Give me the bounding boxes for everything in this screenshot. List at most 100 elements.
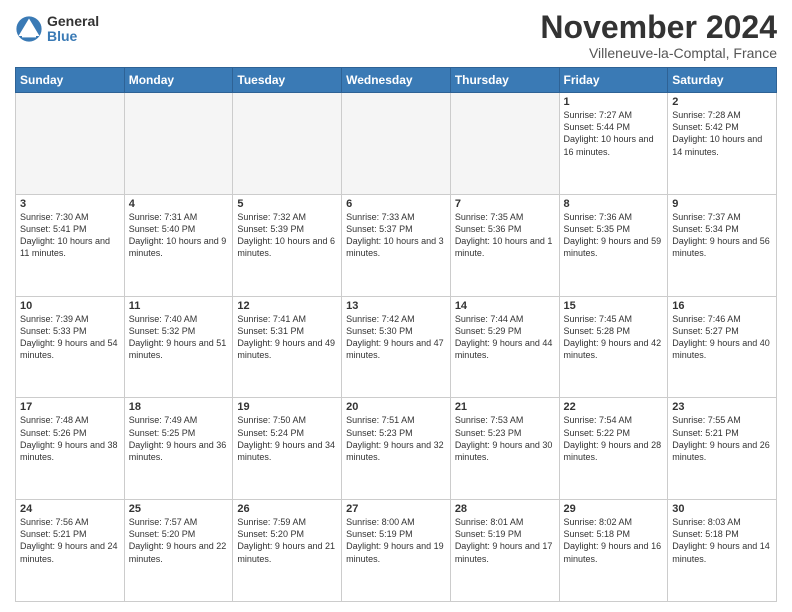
day-number: 16	[672, 300, 772, 312]
col-monday: Monday	[124, 68, 233, 93]
calendar-cell: 15Sunrise: 7:45 AM Sunset: 5:28 PM Dayli…	[559, 296, 668, 398]
day-number: 12	[237, 300, 337, 312]
day-number: 23	[672, 401, 772, 413]
day-number: 3	[20, 198, 120, 210]
calendar-cell: 21Sunrise: 7:53 AM Sunset: 5:23 PM Dayli…	[450, 398, 559, 500]
day-info: Sunrise: 7:42 AM Sunset: 5:30 PM Dayligh…	[346, 313, 446, 362]
logo-blue: Blue	[47, 29, 99, 44]
page: General Blue November 2024 Villeneuve-la…	[0, 0, 792, 612]
day-number: 28	[455, 503, 555, 515]
calendar-cell: 4Sunrise: 7:31 AM Sunset: 5:40 PM Daylig…	[124, 194, 233, 296]
day-number: 10	[20, 300, 120, 312]
day-number: 19	[237, 401, 337, 413]
calendar-cell: 19Sunrise: 7:50 AM Sunset: 5:24 PM Dayli…	[233, 398, 342, 500]
calendar-header-row: Sunday Monday Tuesday Wednesday Thursday…	[16, 68, 777, 93]
day-number: 30	[672, 503, 772, 515]
day-info: Sunrise: 7:49 AM Sunset: 5:25 PM Dayligh…	[129, 414, 229, 463]
day-info: Sunrise: 7:32 AM Sunset: 5:39 PM Dayligh…	[237, 211, 337, 260]
calendar-cell: 20Sunrise: 7:51 AM Sunset: 5:23 PM Dayli…	[342, 398, 451, 500]
day-info: Sunrise: 7:51 AM Sunset: 5:23 PM Dayligh…	[346, 414, 446, 463]
calendar-cell: 1Sunrise: 7:27 AM Sunset: 5:44 PM Daylig…	[559, 93, 668, 195]
day-number: 13	[346, 300, 446, 312]
day-info: Sunrise: 8:00 AM Sunset: 5:19 PM Dayligh…	[346, 516, 446, 565]
day-info: Sunrise: 7:36 AM Sunset: 5:35 PM Dayligh…	[564, 211, 664, 260]
day-info: Sunrise: 7:45 AM Sunset: 5:28 PM Dayligh…	[564, 313, 664, 362]
calendar-cell: 29Sunrise: 8:02 AM Sunset: 5:18 PM Dayli…	[559, 500, 668, 602]
calendar-cell: 8Sunrise: 7:36 AM Sunset: 5:35 PM Daylig…	[559, 194, 668, 296]
calendar-cell: 2Sunrise: 7:28 AM Sunset: 5:42 PM Daylig…	[668, 93, 777, 195]
day-info: Sunrise: 7:59 AM Sunset: 5:20 PM Dayligh…	[237, 516, 337, 565]
day-info: Sunrise: 8:03 AM Sunset: 5:18 PM Dayligh…	[672, 516, 772, 565]
calendar-week-2: 10Sunrise: 7:39 AM Sunset: 5:33 PM Dayli…	[16, 296, 777, 398]
col-wednesday: Wednesday	[342, 68, 451, 93]
col-thursday: Thursday	[450, 68, 559, 93]
logo-icon	[15, 15, 43, 43]
day-info: Sunrise: 7:40 AM Sunset: 5:32 PM Dayligh…	[129, 313, 229, 362]
logo-text: General Blue	[47, 14, 99, 45]
day-info: Sunrise: 7:44 AM Sunset: 5:29 PM Dayligh…	[455, 313, 555, 362]
day-number: 8	[564, 198, 664, 210]
calendar-cell	[233, 93, 342, 195]
day-number: 24	[20, 503, 120, 515]
title-block: November 2024 Villeneuve-la-Comptal, Fra…	[540, 10, 777, 61]
day-info: Sunrise: 7:55 AM Sunset: 5:21 PM Dayligh…	[672, 414, 772, 463]
day-number: 17	[20, 401, 120, 413]
day-info: Sunrise: 7:48 AM Sunset: 5:26 PM Dayligh…	[20, 414, 120, 463]
calendar-week-1: 3Sunrise: 7:30 AM Sunset: 5:41 PM Daylig…	[16, 194, 777, 296]
calendar-cell: 9Sunrise: 7:37 AM Sunset: 5:34 PM Daylig…	[668, 194, 777, 296]
calendar-cell: 23Sunrise: 7:55 AM Sunset: 5:21 PM Dayli…	[668, 398, 777, 500]
calendar-cell: 14Sunrise: 7:44 AM Sunset: 5:29 PM Dayli…	[450, 296, 559, 398]
calendar-cell: 27Sunrise: 8:00 AM Sunset: 5:19 PM Dayli…	[342, 500, 451, 602]
day-number: 27	[346, 503, 446, 515]
day-info: Sunrise: 7:27 AM Sunset: 5:44 PM Dayligh…	[564, 109, 664, 158]
day-info: Sunrise: 7:33 AM Sunset: 5:37 PM Dayligh…	[346, 211, 446, 260]
calendar-week-4: 24Sunrise: 7:56 AM Sunset: 5:21 PM Dayli…	[16, 500, 777, 602]
logo: General Blue	[15, 14, 99, 45]
logo-general: General	[47, 14, 99, 29]
day-info: Sunrise: 7:28 AM Sunset: 5:42 PM Dayligh…	[672, 109, 772, 158]
calendar-week-0: 1Sunrise: 7:27 AM Sunset: 5:44 PM Daylig…	[16, 93, 777, 195]
calendar-cell	[342, 93, 451, 195]
calendar-table: Sunday Monday Tuesday Wednesday Thursday…	[15, 67, 777, 602]
calendar-cell	[124, 93, 233, 195]
day-info: Sunrise: 7:53 AM Sunset: 5:23 PM Dayligh…	[455, 414, 555, 463]
calendar-cell: 25Sunrise: 7:57 AM Sunset: 5:20 PM Dayli…	[124, 500, 233, 602]
day-info: Sunrise: 7:31 AM Sunset: 5:40 PM Dayligh…	[129, 211, 229, 260]
day-info: Sunrise: 7:54 AM Sunset: 5:22 PM Dayligh…	[564, 414, 664, 463]
day-number: 25	[129, 503, 229, 515]
day-info: Sunrise: 8:01 AM Sunset: 5:19 PM Dayligh…	[455, 516, 555, 565]
day-number: 4	[129, 198, 229, 210]
calendar-week-3: 17Sunrise: 7:48 AM Sunset: 5:26 PM Dayli…	[16, 398, 777, 500]
col-saturday: Saturday	[668, 68, 777, 93]
header: General Blue November 2024 Villeneuve-la…	[15, 10, 777, 61]
day-number: 26	[237, 503, 337, 515]
col-sunday: Sunday	[16, 68, 125, 93]
day-info: Sunrise: 7:46 AM Sunset: 5:27 PM Dayligh…	[672, 313, 772, 362]
day-info: Sunrise: 7:39 AM Sunset: 5:33 PM Dayligh…	[20, 313, 120, 362]
col-friday: Friday	[559, 68, 668, 93]
month-title: November 2024	[540, 10, 777, 45]
calendar-cell: 12Sunrise: 7:41 AM Sunset: 5:31 PM Dayli…	[233, 296, 342, 398]
day-number: 22	[564, 401, 664, 413]
day-number: 6	[346, 198, 446, 210]
day-number: 20	[346, 401, 446, 413]
day-info: Sunrise: 7:56 AM Sunset: 5:21 PM Dayligh…	[20, 516, 120, 565]
day-number: 14	[455, 300, 555, 312]
calendar-cell: 30Sunrise: 8:03 AM Sunset: 5:18 PM Dayli…	[668, 500, 777, 602]
day-info: Sunrise: 7:41 AM Sunset: 5:31 PM Dayligh…	[237, 313, 337, 362]
day-number: 5	[237, 198, 337, 210]
calendar-cell	[450, 93, 559, 195]
location: Villeneuve-la-Comptal, France	[540, 45, 777, 61]
calendar-cell: 18Sunrise: 7:49 AM Sunset: 5:25 PM Dayli…	[124, 398, 233, 500]
day-info: Sunrise: 7:35 AM Sunset: 5:36 PM Dayligh…	[455, 211, 555, 260]
day-info: Sunrise: 7:57 AM Sunset: 5:20 PM Dayligh…	[129, 516, 229, 565]
calendar-cell: 24Sunrise: 7:56 AM Sunset: 5:21 PM Dayli…	[16, 500, 125, 602]
day-number: 2	[672, 96, 772, 108]
day-info: Sunrise: 7:50 AM Sunset: 5:24 PM Dayligh…	[237, 414, 337, 463]
day-number: 29	[564, 503, 664, 515]
day-number: 21	[455, 401, 555, 413]
day-number: 11	[129, 300, 229, 312]
calendar-cell	[16, 93, 125, 195]
day-number: 7	[455, 198, 555, 210]
day-number: 18	[129, 401, 229, 413]
